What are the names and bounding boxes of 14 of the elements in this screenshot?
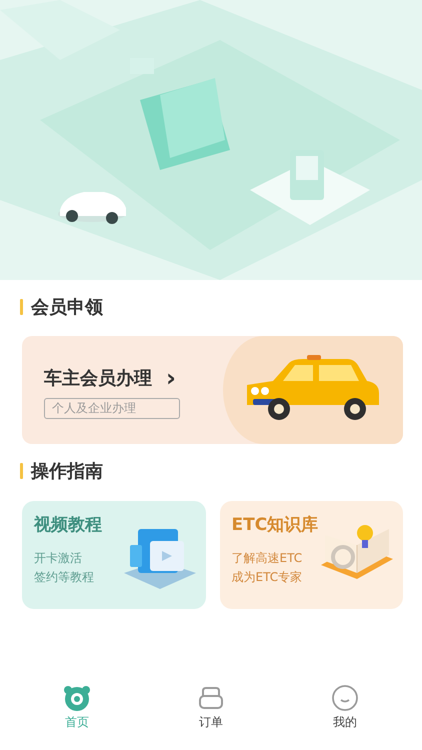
card-subtitle: 签约等教程 — [34, 569, 95, 586]
card-subtitle: 成为ETC专家 — [232, 569, 304, 586]
card-subtitle: 了解高速ETC — [232, 550, 304, 567]
member-card[interactable]: 车主会员办理 › 个人及企业办理 — [22, 336, 403, 444]
tab-bar-item[interactable]: 我的 — [315, 684, 375, 742]
tab-bar-item[interactable]: 订单 — [181, 684, 241, 742]
card-tag: 个人及企业办理 — [44, 398, 180, 419]
chevron-icon: › — [166, 368, 176, 388]
card-subtitle: 开卡激活 — [34, 550, 83, 567]
section-title: 操作指南 — [31, 460, 103, 483]
card-title: ETC知识库 — [232, 514, 318, 536]
section-title: 会员申领 — [31, 296, 103, 319]
card-title: 视频教程 — [34, 514, 102, 536]
card-title: 车主会员办理 — [44, 367, 152, 390]
